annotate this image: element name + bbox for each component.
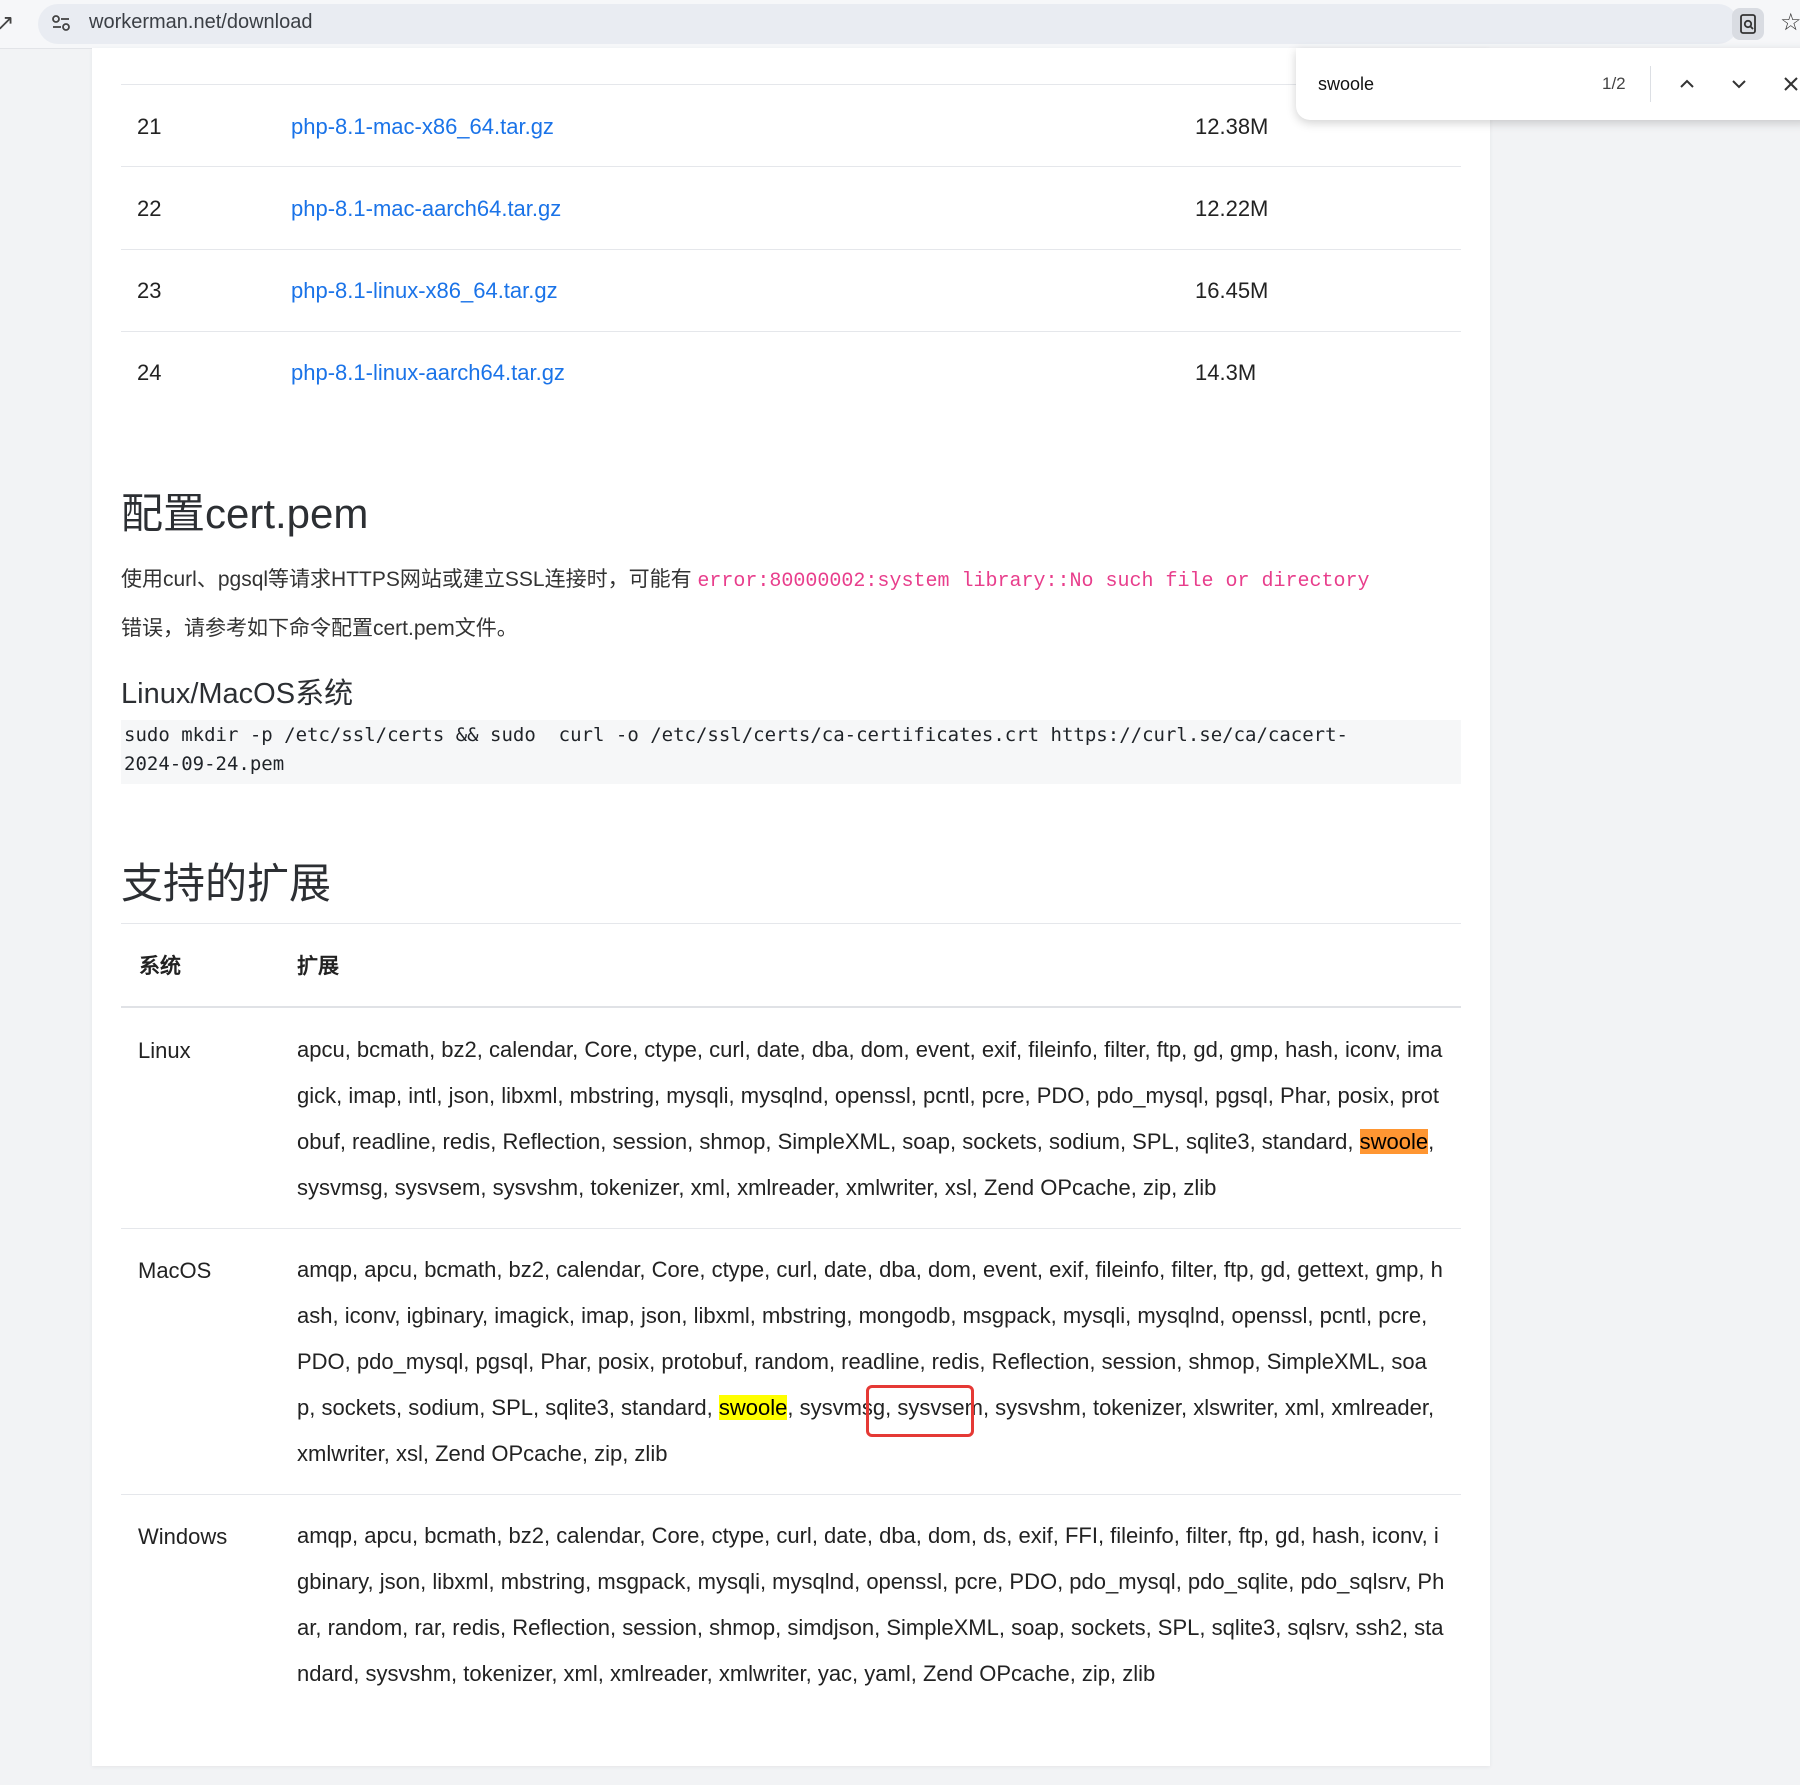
lens-icon [1740, 14, 1756, 34]
google-lens-button[interactable] [1732, 8, 1764, 40]
extensions-cell-windows: amqp, apcu, bcmath, bz2, calendar, Core,… [297, 1523, 1445, 1686]
url-text[interactable]: workerman.net/download [89, 11, 312, 34]
row-number: 23 [137, 278, 162, 303]
search-match: swoole [718, 1395, 788, 1420]
find-next-button[interactable] [1722, 66, 1756, 102]
find-close-button[interactable] [1774, 66, 1800, 102]
extensions-cell-linux: apcu, bcmath, bz2, calendar, Core, ctype… [297, 1027, 1445, 1211]
cert-outro-text: 错误，请参考如下命令配置cert.pem文件。 [121, 617, 518, 640]
table-divider [121, 166, 1461, 167]
download-link[interactable]: php-8.1-linux-aarch64.tar.gz [291, 360, 565, 386]
table-divider [121, 249, 1461, 250]
file-size: 12.22M [1195, 196, 1269, 221]
table-divider [121, 1228, 1461, 1229]
row-number: 21 [137, 114, 162, 139]
find-input[interactable] [1318, 70, 1548, 98]
column-header-extensions: 扩展 [297, 955, 339, 978]
ext-text: apcu, bcmath, bz2, calendar, Core, ctype… [297, 1037, 1443, 1154]
cert-section-heading: 配置cert.pem [121, 490, 369, 537]
browser-toolbar: ↗ workerman.net/download ☆ [0, 0, 1800, 49]
code-line-2: 2024-09-24.pem [124, 753, 285, 775]
site-info-icon[interactable] [50, 12, 72, 34]
code-block[interactable]: sudo mkdir -p /etc/ssl/certs && sudo cur… [121, 720, 1461, 784]
code-line-1: sudo mkdir -p /etc/ssl/certs && sudo cur… [124, 724, 1348, 746]
row-number: 24 [137, 360, 162, 385]
table-divider [121, 923, 1461, 924]
column-header-os: 系统 [139, 955, 181, 978]
table-divider [121, 1494, 1461, 1495]
file-size: 16.45M [1195, 278, 1269, 303]
close-icon [1784, 77, 1798, 91]
search-match-current: swoole [1359, 1129, 1429, 1154]
table-divider [121, 84, 1461, 85]
find-match-count: 1/2 [1602, 74, 1626, 93]
download-link[interactable]: php-8.1-mac-aarch64.tar.gz [291, 196, 561, 222]
os-cell-windows: Windows [138, 1524, 228, 1549]
os-cell-macos: MacOS [138, 1258, 212, 1283]
annotation-highlight-box [866, 1385, 974, 1437]
table-divider [121, 331, 1461, 332]
find-previous-button[interactable] [1670, 66, 1704, 102]
download-link[interactable]: php-8.1-mac-x86_64.tar.gz [291, 114, 554, 140]
download-link[interactable]: php-8.1-linux-x86_64.tar.gz [291, 278, 558, 304]
table-header-divider [121, 1006, 1461, 1008]
file-size: 14.3M [1195, 360, 1257, 385]
chevron-up-icon [1680, 79, 1694, 88]
cert-description: 使用curl、pgsql等请求HTTPS网站或建立SSL连接时，可能有 erro… [121, 556, 1461, 652]
find-bar: 1/2 [1296, 48, 1800, 120]
find-separator [1650, 66, 1651, 102]
bookmark-star-icon[interactable]: ☆ [1780, 8, 1800, 37]
file-size: 12.38M [1195, 114, 1269, 139]
extensions-cell-macos: amqp, apcu, bcmath, bz2, calendar, Core,… [297, 1247, 1445, 1477]
os-cell-linux: Linux [138, 1038, 191, 1063]
chevron-down-icon [1732, 80, 1746, 89]
error-code: error:80000002:system library::No such f… [697, 570, 1370, 593]
back-icon[interactable]: ↗ [0, 10, 14, 36]
linux-macos-subheading: Linux/MacOS系统 [121, 678, 354, 710]
cert-intro-text: 使用curl、pgsql等请求HTTPS网站或建立SSL连接时，可能有 [121, 568, 698, 591]
extensions-heading: 支持的扩展 [121, 860, 332, 907]
row-number: 22 [137, 196, 162, 221]
